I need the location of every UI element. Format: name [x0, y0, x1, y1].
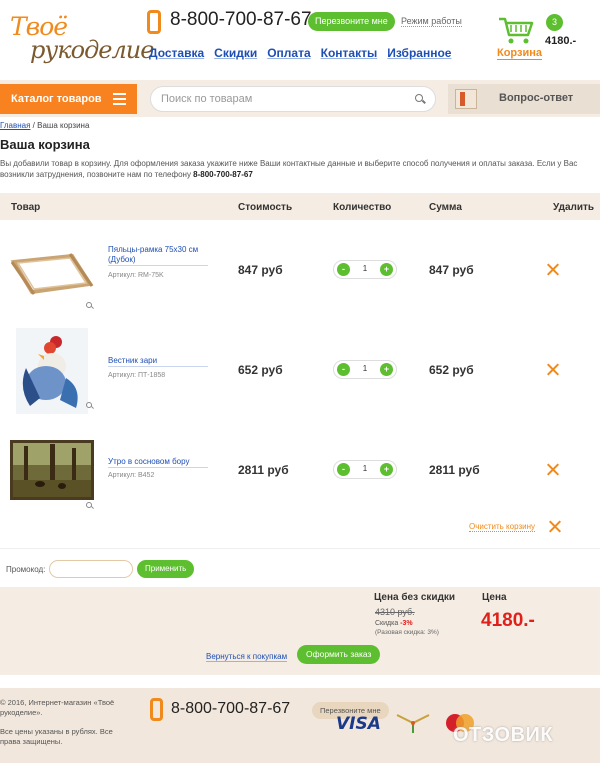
logo-line2: рукоделие: [30, 36, 154, 64]
nav-payment[interactable]: Оплата: [267, 46, 310, 64]
col-product: Товар: [11, 202, 41, 213]
delete-icon[interactable]: [546, 263, 559, 276]
watermark: ОТЗОВИК: [453, 724, 554, 746]
total-price: 4180.-: [481, 610, 535, 631]
product-sku: Артикул: В452: [108, 472, 155, 479]
catalog-button[interactable]: Каталог товаров: [0, 84, 137, 114]
quantity-input[interactable]: 1: [358, 264, 372, 273]
product-sku: Артикул: RM-75K: [108, 272, 164, 279]
visa-logo: VISA: [336, 714, 381, 734]
product-price: 2811 руб: [238, 463, 289, 477]
cart-count-badge: 3: [546, 14, 563, 31]
breadcrumb-current: Ваша корзина: [37, 121, 90, 130]
no-discount-label: Цена без скидки: [374, 592, 456, 603]
zoom-icon[interactable]: [86, 502, 92, 508]
payment-system-logo: [396, 714, 430, 733]
cart-row: Вестник зари Артикул: ПТ-1858 652 руб - …: [0, 326, 600, 426]
product-name-link[interactable]: Вестник зари: [108, 356, 208, 367]
product-image-hoop-frame[interactable]: [10, 244, 94, 306]
prices-note: Все цены указаны в рублях. Все права защ…: [0, 727, 113, 746]
cart-table-header: Товар Стоимость Количество Сумма Удалить: [0, 193, 600, 220]
catalog-label: Каталог товаров: [11, 93, 102, 105]
row-sum: 2811 руб: [429, 463, 480, 477]
search-input[interactable]: Поиск по товарам: [150, 86, 436, 112]
quantity-stepper: - 1 +: [333, 460, 397, 479]
clear-cart-icon[interactable]: [548, 520, 561, 533]
site-logo[interactable]: Твоё рукоделие: [8, 12, 154, 67]
promo-label: Промокод:: [6, 565, 46, 574]
cart-row: Утро в сосновом бору Артикул: В452 2811 …: [0, 426, 600, 526]
once-discount: (Разовая скидка: 3%): [375, 629, 439, 636]
divider: [0, 548, 600, 549]
promo-input[interactable]: [49, 560, 133, 578]
nav-favorites[interactable]: Избранное: [387, 46, 451, 64]
row-sum: 847 руб: [429, 263, 474, 277]
intro-body: Вы добавили товар в корзину. Для оформле…: [0, 159, 578, 179]
decrease-button[interactable]: -: [337, 463, 350, 476]
col-sum: Сумма: [429, 202, 462, 213]
worktime-link[interactable]: Режим работы: [401, 16, 462, 27]
discount-label: Скидка: [375, 620, 401, 627]
main-nav: Доставка Скидки Оплата Контакты Избранно…: [149, 46, 451, 64]
product-name-link[interactable]: Утро в сосновом бору: [108, 457, 208, 468]
phone-icon: [147, 10, 161, 34]
col-price: Стоимость: [238, 202, 293, 213]
quantity-stepper: - 1 +: [333, 360, 397, 379]
old-price: 4310 руб.: [375, 607, 415, 617]
cart-row: Пяльцы-рамка 75х30 см (Дубок) Артикул: R…: [0, 226, 600, 326]
promo-apply-button[interactable]: Применить: [137, 560, 195, 578]
footer-phone[interactable]: 8-800-700-87-67: [171, 700, 290, 718]
zoom-icon[interactable]: [86, 402, 92, 408]
col-quantity: Количество: [333, 202, 392, 213]
nav-contacts[interactable]: Контакты: [321, 46, 378, 64]
price-label: Цена: [482, 592, 507, 603]
menu-icon: [113, 93, 126, 105]
product-image-rooster[interactable]: [16, 328, 88, 414]
qa-link[interactable]: Вопрос-ответ: [499, 92, 573, 104]
decrease-button[interactable]: -: [337, 263, 350, 276]
zoom-icon[interactable]: [86, 302, 92, 308]
clear-cart-link[interactable]: Очистить корзину: [469, 522, 535, 532]
copyright: © 2016, Интернет-магазин «Твоё рукоделие…: [0, 698, 115, 717]
product-price: 847 руб: [238, 263, 283, 277]
breadcrumb: Главная / Ваша корзина: [0, 121, 89, 130]
phone-icon: [150, 698, 163, 721]
page-title: Ваша корзина: [0, 137, 90, 152]
nav-discounts[interactable]: Скидки: [214, 46, 257, 64]
intro-phone: 8-800-700-87-67: [193, 170, 253, 179]
quantity-input[interactable]: 1: [358, 364, 372, 373]
product-image-pine-forest[interactable]: [10, 440, 94, 500]
search-icon[interactable]: [415, 94, 423, 102]
row-sum: 652 руб: [429, 363, 474, 377]
cart-link[interactable]: Корзина: [497, 47, 542, 60]
product-name-link[interactable]: Пяльцы-рамка 75х30 см (Дубок): [108, 245, 208, 266]
discount-line: Скидка -3%: [375, 620, 413, 627]
callback-button[interactable]: Перезвоните мне: [308, 12, 395, 31]
increase-button[interactable]: +: [380, 463, 393, 476]
quantity-input[interactable]: 1: [358, 464, 372, 473]
nav-delivery[interactable]: Доставка: [149, 46, 204, 64]
discount-value: -3%: [400, 620, 413, 627]
header-phone[interactable]: 8-800-700-87-67: [170, 9, 312, 31]
cart-sum: 4180.-: [545, 35, 577, 47]
breadcrumb-home[interactable]: Главная: [0, 121, 30, 130]
cart-icon[interactable]: [498, 16, 534, 46]
decrease-button[interactable]: -: [337, 363, 350, 376]
intro-text: Вы добавили товар в корзину. Для оформле…: [0, 158, 590, 180]
delete-icon[interactable]: [546, 363, 559, 376]
product-price: 652 руб: [238, 363, 283, 377]
checkout-button[interactable]: Оформить заказ: [297, 645, 381, 664]
book-icon: [455, 89, 477, 109]
back-to-shopping-link[interactable]: Вернуться к покупкам: [206, 652, 288, 662]
increase-button[interactable]: +: [380, 263, 393, 276]
quantity-stepper: - 1 +: [333, 260, 397, 279]
product-sku: Артикул: ПТ-1858: [108, 372, 166, 379]
col-delete: Удалить: [553, 202, 595, 213]
delete-icon[interactable]: [546, 463, 559, 476]
increase-button[interactable]: +: [380, 363, 393, 376]
